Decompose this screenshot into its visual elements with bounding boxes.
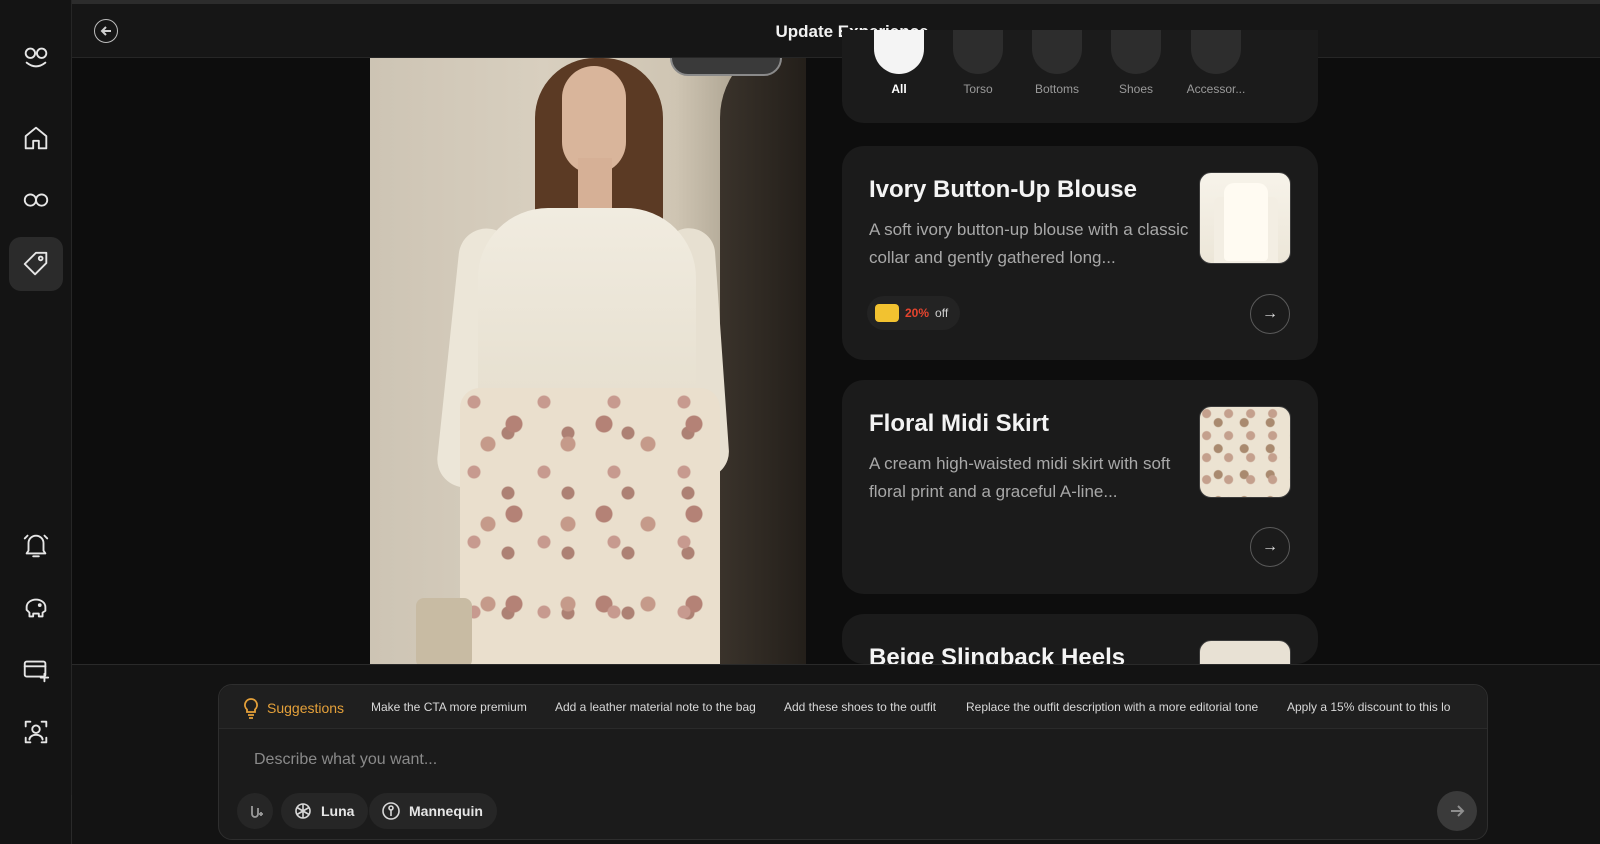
product-image bbox=[1199, 640, 1291, 664]
sidebar bbox=[0, 0, 72, 844]
user-scan-icon[interactable] bbox=[9, 705, 63, 759]
category-bottoms-icon bbox=[1032, 30, 1082, 74]
category-accessories-icon bbox=[1191, 30, 1241, 74]
product-card[interactable]: Ivory Button-Up Blouse A soft ivory butt… bbox=[842, 146, 1318, 360]
product-image bbox=[1199, 172, 1291, 264]
prompt-panel: Suggestions Make the CTA more premium Ad… bbox=[218, 684, 1488, 840]
product-card[interactable]: Beige Slingback Heels bbox=[842, 614, 1318, 664]
arrow-right-icon: → bbox=[1262, 538, 1278, 555]
brand-logo-icon[interactable] bbox=[9, 30, 63, 84]
header: Update Experience bbox=[72, 4, 1600, 58]
category-torso-icon bbox=[953, 30, 1003, 74]
category-bottoms[interactable]: Bottoms bbox=[1017, 30, 1097, 96]
bell-icon[interactable] bbox=[9, 518, 63, 572]
discount-badge: 20% off bbox=[867, 296, 961, 330]
attach-icon bbox=[251, 806, 263, 818]
outfit-photo bbox=[370, 58, 806, 664]
lightbulb-icon bbox=[244, 698, 258, 719]
suggestions-header: Suggestions bbox=[241, 697, 344, 719]
send-button[interactable] bbox=[1437, 791, 1477, 831]
product-description: A soft ivory button-up blouse with a cla… bbox=[869, 220, 1189, 267]
brand-mark-icon[interactable] bbox=[9, 173, 63, 227]
suggestion-chip[interactable]: Add these shoes to the outfit bbox=[772, 691, 949, 723]
category-all-icon bbox=[874, 30, 924, 74]
category-all[interactable]: All bbox=[859, 30, 939, 96]
product-title: Floral Midi Skirt bbox=[869, 410, 1050, 437]
suggestion-chip[interactable]: Replace the outfit description with a mo… bbox=[954, 691, 1271, 723]
category-accessories[interactable]: Accessor... bbox=[1176, 30, 1256, 96]
category-shoes-icon bbox=[1111, 30, 1161, 74]
suggestion-chip[interactable]: Make the CTA more premium bbox=[359, 691, 539, 723]
open-product-button[interactable]: → bbox=[1250, 527, 1290, 567]
mannequin-icon bbox=[382, 802, 400, 820]
suggestion-chip[interactable]: Apply a 15% discount to this lo bbox=[1275, 691, 1463, 723]
attach-button[interactable] bbox=[237, 793, 273, 829]
product-card[interactable]: Floral Midi Skirt A cream high-waisted m… bbox=[842, 380, 1318, 594]
page-title: Update Experience bbox=[775, 22, 928, 41]
suggestion-chip[interactable]: Add a leather material note to the bag bbox=[543, 691, 768, 723]
model-selector[interactable]: Luna bbox=[281, 793, 369, 829]
mannequin-toggle[interactable]: Mannequin bbox=[369, 793, 497, 829]
piggy-bank-icon[interactable] bbox=[9, 580, 63, 634]
photo-control[interactable] bbox=[670, 58, 782, 76]
category-shoes[interactable]: Shoes bbox=[1096, 30, 1176, 96]
arrow-right-icon bbox=[1451, 805, 1465, 817]
suggestions-bar: Suggestions Make the CTA more premium Ad… bbox=[219, 685, 1487, 729]
category-torso[interactable]: Torso bbox=[938, 30, 1018, 96]
home-icon[interactable] bbox=[9, 111, 63, 165]
category-filter: All Torso Bottoms Shoes Accessor... bbox=[842, 30, 1318, 123]
open-product-button[interactable]: → bbox=[1250, 294, 1290, 334]
prompt-input[interactable]: Describe what you want... bbox=[254, 751, 437, 769]
credit-card-add-icon[interactable] bbox=[9, 643, 63, 697]
discount-tag-icon bbox=[875, 304, 899, 322]
openai-icon bbox=[295, 803, 311, 819]
tag-icon[interactable] bbox=[9, 237, 63, 291]
product-description: A cream high-waisted midi skirt with sof… bbox=[869, 454, 1171, 501]
product-image bbox=[1199, 406, 1291, 498]
product-title: Ivory Button-Up Blouse bbox=[869, 176, 1137, 203]
product-title: Beige Slingback Heels bbox=[869, 644, 1126, 664]
arrow-right-icon: → bbox=[1262, 305, 1278, 322]
